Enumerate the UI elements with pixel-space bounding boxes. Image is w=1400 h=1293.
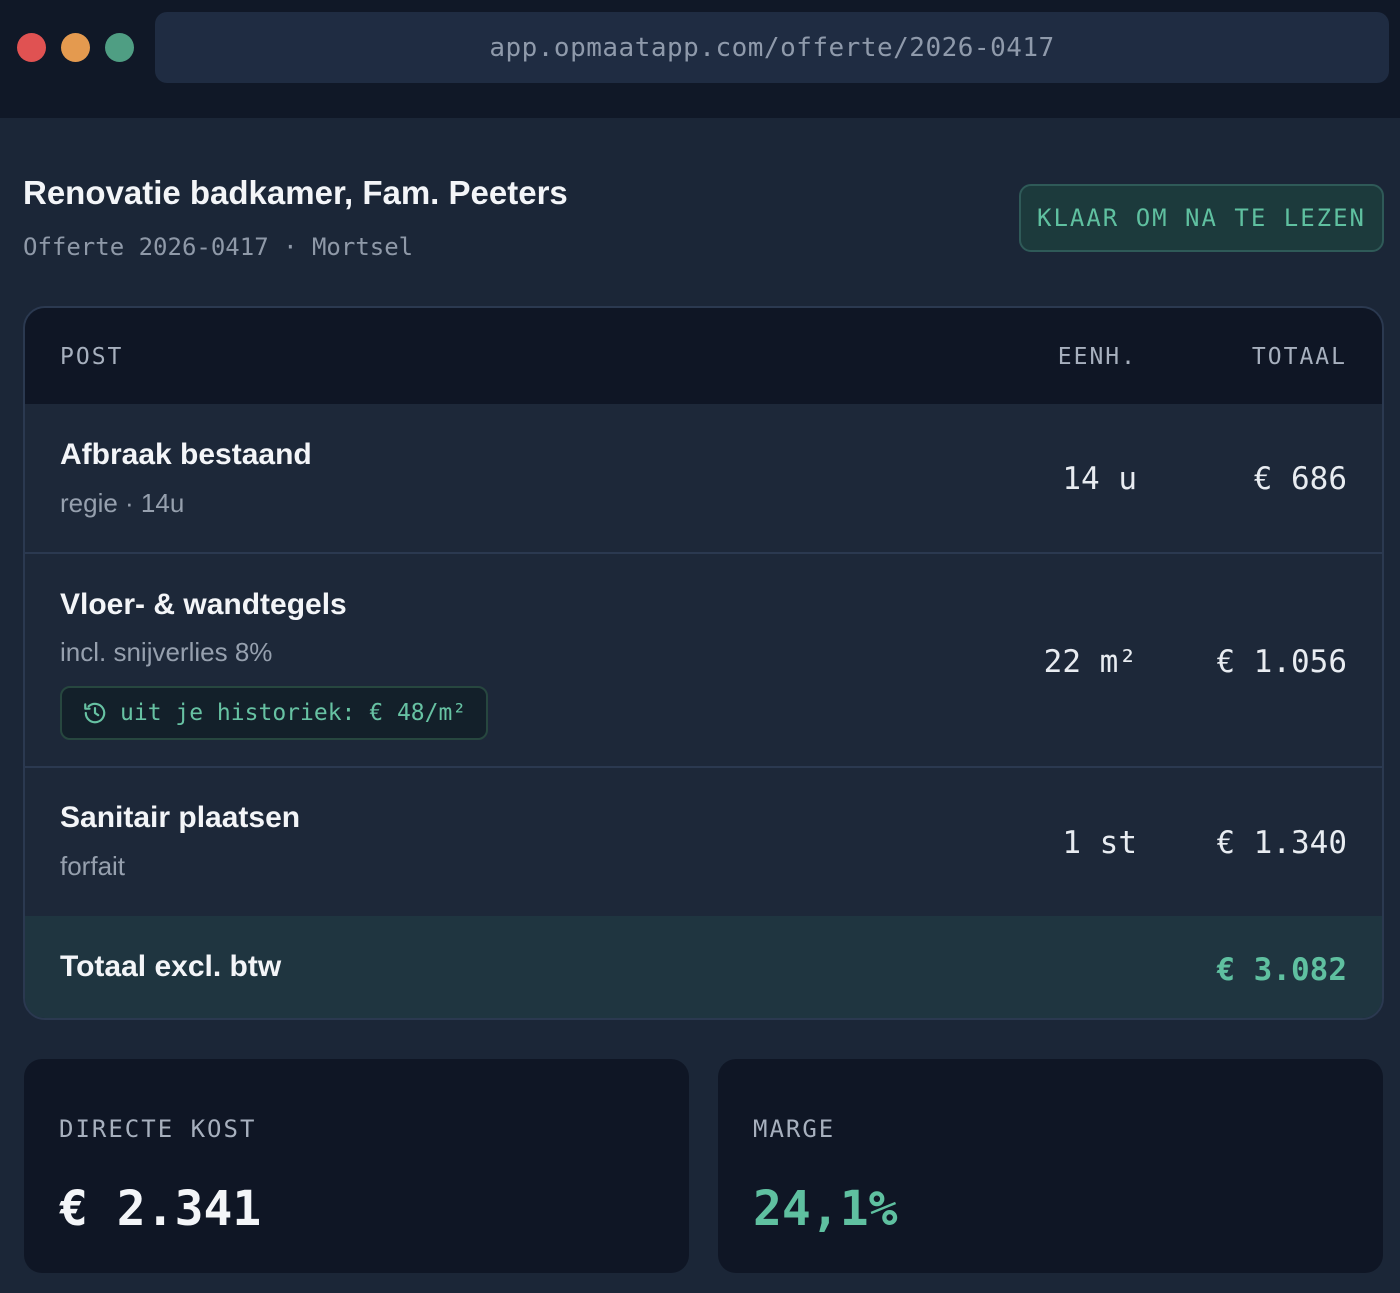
history-text: uit je historiek: € 48/m² (120, 700, 467, 726)
status-button[interactable]: KLAAR OM NA TE LEZEN (1019, 184, 1384, 252)
quote-table: POST EENH. TOTAAL Afbraak bestaand regie… (23, 306, 1384, 1020)
table-row[interactable]: Afbraak bestaand regie · 14u 14 u € 686 (25, 404, 1382, 554)
margin-card: MARGE 24,1% (718, 1059, 1383, 1273)
total-value: € 3.082 (1216, 952, 1347, 988)
row-total: € 1.056 (1216, 644, 1347, 680)
address-bar-url: app.opmaatapp.com/offerte/2026-0417 (489, 32, 1055, 63)
row-unit: 22 m² (1043, 644, 1137, 680)
window-minimize-button[interactable] (61, 33, 90, 62)
row-name: Vloer- & wandtegels (60, 588, 347, 621)
direct-cost-value: € 2.341 (59, 1181, 262, 1237)
row-name: Sanitair plaatsen (60, 801, 301, 834)
browser-chrome: app.opmaatapp.com/offerte/2026-0417 (0, 0, 1400, 118)
margin-label: MARGE (753, 1115, 836, 1143)
row-name: Afbraak bestaand (60, 438, 312, 471)
table-row[interactable]: Vloer- & wandtegels incl. snijverlies 8%… (25, 554, 1382, 768)
column-header-eenh[interactable]: EENH. (1058, 344, 1137, 370)
row-note: incl. snijverlies 8% (60, 637, 273, 667)
margin-value: 24,1% (753, 1181, 898, 1237)
row-note: forfait (60, 851, 126, 881)
column-header-totaal[interactable]: TOTAAL (1252, 344, 1347, 370)
history-icon (82, 700, 108, 726)
direct-cost-card: DIRECTE KOST € 2.341 (24, 1059, 689, 1273)
row-total: € 1.340 (1216, 825, 1347, 861)
history-suggestion[interactable]: uit je historiek: € 48/m² (60, 686, 489, 740)
row-note: regie · 14u (60, 488, 185, 518)
quote-subtitle: Offerte 2026-0417 · Mortsel (23, 233, 414, 261)
table-header: POST EENH. TOTAAL (25, 308, 1382, 404)
total-label: Totaal excl. btw (60, 950, 282, 983)
row-unit: 1 st (1062, 825, 1137, 861)
column-header-post[interactable]: POST (60, 344, 123, 370)
row-total: € 686 (1253, 461, 1347, 497)
window-close-button[interactable] (17, 33, 46, 62)
row-unit: 14 u (1062, 461, 1137, 497)
page-title: Renovatie badkamer, Fam. Peeters (23, 174, 568, 211)
direct-cost-label: DIRECTE KOST (59, 1115, 257, 1143)
window-maximize-button[interactable] (105, 33, 134, 62)
total-row: Totaal excl. btw € 3.082 (25, 916, 1382, 1018)
table-row[interactable]: Sanitair plaatsen forfait 1 st € 1.340 (25, 768, 1382, 916)
address-bar[interactable]: app.opmaatapp.com/offerte/2026-0417 (155, 12, 1389, 83)
